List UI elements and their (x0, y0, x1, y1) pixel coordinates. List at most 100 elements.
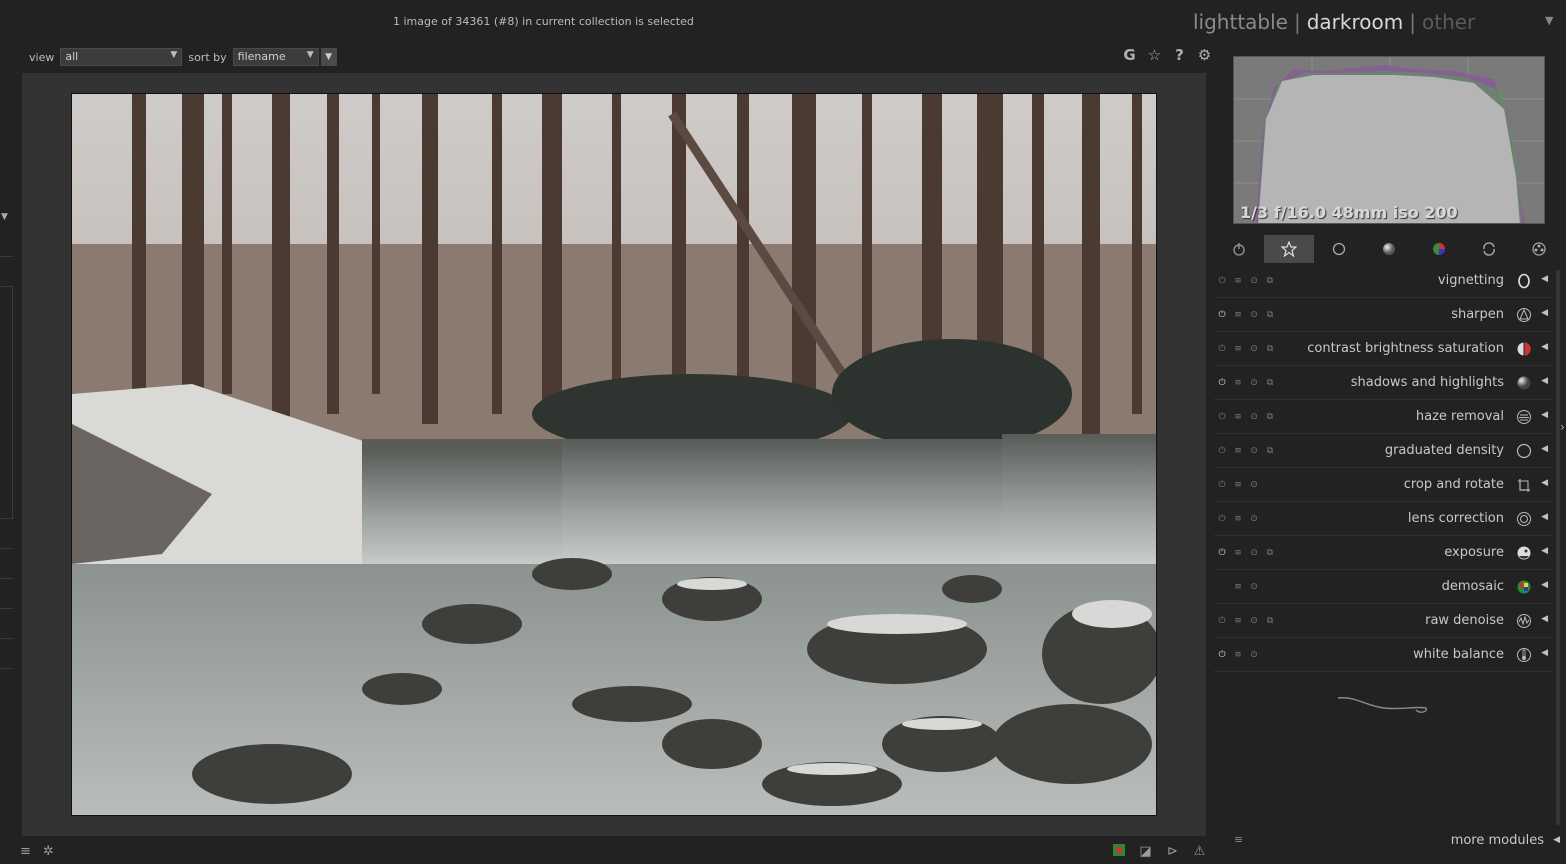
tone-group-tab[interactable] (1364, 235, 1414, 263)
effect-group-tab[interactable] (1514, 235, 1564, 263)
expand-arrow-icon[interactable]: ◀ (1541, 512, 1548, 522)
preferences-gear-icon[interactable]: ⚙ (1192, 46, 1217, 64)
module-multi-instance-menu-icon[interactable]: ≡ (1231, 546, 1245, 560)
module-reset-icon[interactable]: ⊙ (1247, 444, 1261, 458)
overexposed-icon[interactable]: ◪ (1137, 844, 1154, 860)
sort-order-toggle-icon[interactable]: ▼ (320, 48, 337, 66)
module-row-white-balance[interactable]: ⏻ ≡ ⊙ white balance ◀ (1214, 638, 1552, 672)
module-power-icon[interactable]: ⏻ (1215, 410, 1229, 424)
help-icon[interactable]: ? (1167, 46, 1192, 64)
menu-icon[interactable]: ≡ (1234, 833, 1243, 846)
module-power-icon[interactable]: ⏻ (1215, 444, 1229, 458)
expand-arrow-icon[interactable]: ◀ (1541, 444, 1548, 454)
module-reset-icon[interactable]: ⊙ (1247, 512, 1261, 526)
module-multi-instance-menu-icon[interactable]: ≡ (1231, 580, 1245, 594)
module-multi-instance-menu-icon[interactable]: ≡ (1231, 274, 1245, 288)
module-presets-icon[interactable]: ⧉ (1263, 376, 1277, 390)
module-reset-icon[interactable]: ⊙ (1247, 478, 1261, 492)
module-reset-icon[interactable]: ⊙ (1247, 580, 1261, 594)
star-overlay-icon[interactable]: ☆ (1142, 46, 1167, 64)
module-row-crop-and-rotate[interactable]: ⏻ ≡ ⊙ crop and rotate ◀ (1214, 468, 1552, 502)
expand-arrow-icon[interactable]: ◀ (1541, 274, 1548, 284)
basic-group-tab[interactable] (1314, 235, 1364, 263)
color-assessment-icon[interactable] (1110, 844, 1127, 860)
left-panel-expand-arrow-icon[interactable]: ▼ (1, 212, 8, 222)
module-presets-icon[interactable]: ⧉ (1263, 342, 1277, 356)
module-multi-instance-menu-icon[interactable]: ≡ (1231, 478, 1245, 492)
right-panel-handle-icon[interactable]: › (1560, 420, 1565, 434)
module-reset-icon[interactable]: ⊙ (1247, 648, 1261, 662)
expand-arrow-icon[interactable]: ◀ (1541, 308, 1548, 318)
sort-by-combo[interactable]: filename ▼ (232, 48, 319, 66)
module-row-graduated-density[interactable]: ⏻ ≡ ⊙ ⧉ graduated density ◀ (1214, 434, 1552, 468)
module-presets-icon[interactable]: ⧉ (1263, 546, 1277, 560)
module-power-icon[interactable]: ⏻ (1215, 376, 1229, 390)
module-multi-instance-menu-icon[interactable]: ≡ (1231, 512, 1245, 526)
expand-arrow-icon[interactable]: ◀ (1553, 835, 1560, 845)
module-reset-icon[interactable]: ⊙ (1247, 308, 1261, 322)
module-power-icon[interactable]: ⏻ (1215, 274, 1229, 288)
module-reset-icon[interactable]: ⊙ (1247, 342, 1261, 356)
module-presets-icon[interactable]: ⧉ (1263, 274, 1277, 288)
expand-arrow-icon[interactable]: ◀ (1541, 546, 1548, 556)
expand-arrow-icon[interactable]: ◀ (1541, 648, 1548, 658)
module-row-demosaic[interactable]: ≡ ⊙ demosaic ◀ (1214, 570, 1552, 604)
module-presets-icon[interactable]: ⧉ (1263, 308, 1277, 322)
module-power-icon[interactable]: ⏻ (1215, 308, 1229, 322)
softproof-icon[interactable]: ⊳ (1164, 844, 1181, 860)
module-power-icon[interactable]: ⏻ (1215, 546, 1229, 560)
module-reset-icon[interactable]: ⊙ (1247, 410, 1261, 424)
active-modules-group-tab[interactable] (1214, 235, 1264, 263)
view-darkroom-link[interactable]: darkroom (1307, 10, 1404, 34)
module-row-haze-removal[interactable]: ⏻ ≡ ⊙ ⧉ haze removal ◀ (1214, 400, 1552, 434)
left-panel-collapsed[interactable] (0, 286, 13, 519)
module-multi-instance-menu-icon[interactable]: ≡ (1231, 308, 1245, 322)
module-presets-icon[interactable]: ⧉ (1263, 444, 1277, 458)
module-reset-icon[interactable]: ⊙ (1247, 376, 1261, 390)
expand-arrow-icon[interactable]: ◀ (1541, 376, 1548, 386)
module-presets-icon[interactable]: ⧉ (1263, 614, 1277, 628)
color-group-tab[interactable] (1414, 235, 1464, 263)
module-multi-instance-menu-icon[interactable]: ≡ (1231, 614, 1245, 628)
gamut-check-icon[interactable]: ⚠ (1191, 844, 1208, 860)
panel-menu-icon[interactable]: ≡ (20, 844, 31, 859)
module-reset-icon[interactable]: ⊙ (1247, 614, 1261, 628)
module-reset-icon[interactable]: ⊙ (1247, 546, 1261, 560)
expand-arrow-icon[interactable]: ◀ (1541, 342, 1548, 352)
module-power-icon[interactable]: ⏻ (1215, 614, 1229, 628)
expand-arrow-icon[interactable]: ◀ (1541, 614, 1548, 624)
view-filter-combo[interactable]: all ▼ (60, 48, 183, 66)
module-power-icon[interactable]: ⏻ (1215, 478, 1229, 492)
chevron-down-icon[interactable]: ▼ (1545, 14, 1553, 27)
module-power-icon[interactable]: ⏻ (1215, 648, 1229, 662)
main-photo-preview[interactable] (71, 93, 1157, 816)
right-panel-scrollbar[interactable] (1556, 270, 1560, 825)
module-reset-icon[interactable]: ⊙ (1247, 274, 1261, 288)
histogram[interactable]: 1/3 f/16.0 48mm iso 200 (1233, 56, 1545, 224)
view-lighttable-link[interactable]: lighttable (1193, 10, 1288, 34)
expand-arrow-icon[interactable]: ◀ (1541, 580, 1548, 590)
module-row-contrast-brightness-saturation[interactable]: ⏻ ≡ ⊙ ⧉ contrast brightness saturation ◀ (1214, 332, 1552, 366)
view-other-link[interactable]: other (1422, 10, 1475, 34)
module-multi-instance-menu-icon[interactable]: ≡ (1231, 376, 1245, 390)
module-multi-instance-menu-icon[interactable]: ≡ (1231, 342, 1245, 356)
module-multi-instance-menu-icon[interactable]: ≡ (1231, 444, 1245, 458)
quick-access-icon[interactable]: ✲ (43, 844, 54, 859)
module-presets-icon[interactable]: ⧉ (1263, 410, 1277, 424)
module-multi-instance-menu-icon[interactable]: ≡ (1231, 648, 1245, 662)
expand-arrow-icon[interactable]: ◀ (1541, 410, 1548, 420)
module-row-raw-denoise[interactable]: ⏻ ≡ ⊙ ⧉ raw denoise ◀ (1214, 604, 1552, 638)
module-row-lens-correction[interactable]: ⏻ ≡ ⊙ lens correction ◀ (1214, 502, 1552, 536)
module-row-shadows-and-highlights[interactable]: ⏻ ≡ ⊙ ⧉ shadows and highlights ◀ (1214, 366, 1552, 400)
module-power-icon[interactable]: ⏻ (1215, 342, 1229, 356)
module-row-exposure[interactable]: ⏻ ≡ ⊙ ⧉ exposure ◀ (1214, 536, 1552, 570)
module-power-icon[interactable]: ⏻ (1215, 512, 1229, 526)
more-modules-bar[interactable]: ≡ more modules ◀ (1214, 830, 1562, 852)
correct-group-tab[interactable] (1464, 235, 1514, 263)
favorites-group-tab[interactable] (1264, 235, 1314, 263)
expand-arrow-icon[interactable]: ◀ (1541, 478, 1548, 488)
module-row-sharpen[interactable]: ⏻ ≡ ⊙ ⧉ sharpen ◀ (1214, 298, 1552, 332)
grouping-icon[interactable]: G (1117, 46, 1142, 64)
module-row-vignetting[interactable]: ⏻ ≡ ⊙ ⧉ vignetting ◀ (1214, 264, 1552, 298)
module-multi-instance-menu-icon[interactable]: ≡ (1231, 410, 1245, 424)
